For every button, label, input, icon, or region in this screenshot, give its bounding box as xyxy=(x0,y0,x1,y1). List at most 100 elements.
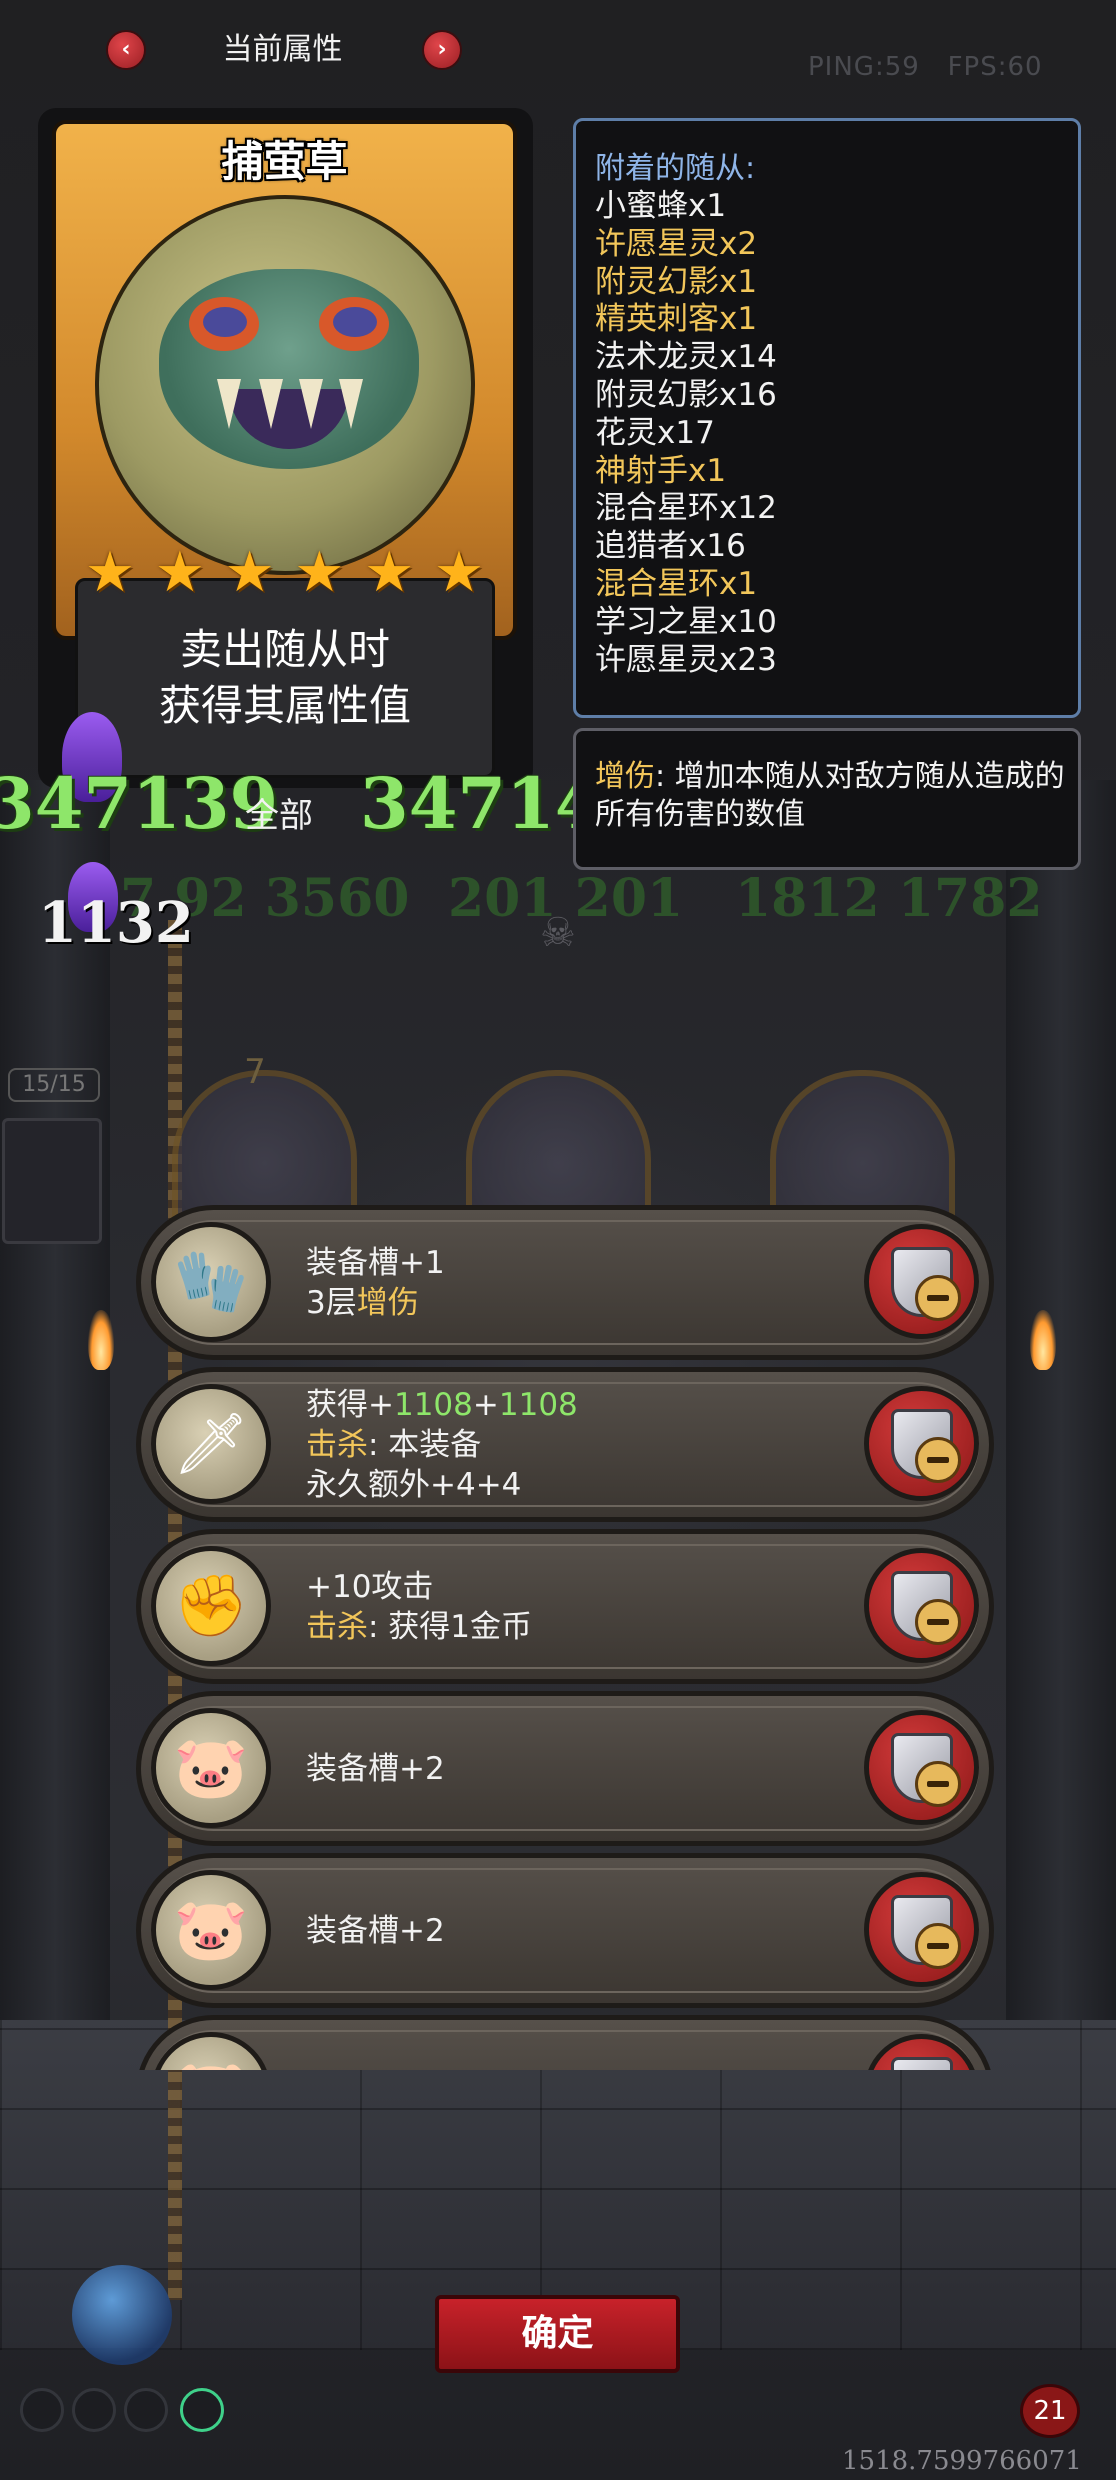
unequip-button[interactable] xyxy=(864,1386,979,1501)
equipment-text-segment: : 获得1金币 xyxy=(368,1608,533,1645)
star-rating: ★ ★ ★ ★ ★ ★ xyxy=(82,545,487,601)
equipment-text-line: +10攻击 xyxy=(306,1567,532,1607)
attached-minion-entry: 混合星环x12 xyxy=(595,490,777,527)
equipment-text-segment: 装备槽+2 xyxy=(306,1912,445,1949)
ability-slot[interactable] xyxy=(124,2388,168,2432)
left-pillar xyxy=(0,780,110,2030)
unequip-button[interactable] xyxy=(864,1548,979,1663)
fang xyxy=(259,379,283,429)
secondary-value: 1132 xyxy=(38,890,194,956)
unequip-button[interactable] xyxy=(864,1224,979,1339)
equipment-text: 获得+1108+1108 击杀: 本装备 永久额外+4+4 xyxy=(306,1385,578,1505)
ability-slot[interactable] xyxy=(20,2388,64,2432)
unequip-button[interactable] xyxy=(864,1872,979,1987)
equipment-row[interactable]: 🐷 xyxy=(136,2015,994,2070)
hero-name: 捕萤草 xyxy=(221,137,348,186)
equipment-text-line: 获得+1108+1108 xyxy=(306,1385,578,1425)
equipment-list: 🧤 装备槽+1 3层增伤 🗡 获得+1108+1108 击杀: 本装备 永久额外+4+4 ✊ +… xyxy=(130,1205,1000,2070)
attached-minion-entry: 追猎者x16 xyxy=(595,528,746,565)
attached-minion-entry: 混合星环x1 xyxy=(595,565,758,602)
equipment-text-segment: 装备槽+1 xyxy=(306,1244,445,1281)
hero-effect-line-2: 获得其属性值 xyxy=(158,681,411,730)
attached-minion-entry: 花灵x17 xyxy=(595,414,715,451)
glove-icon: 🧤 xyxy=(151,1222,271,1342)
gauntlet-icon: ✊ xyxy=(151,1546,271,1666)
equipment-text-segment: 装备槽+2 xyxy=(306,1750,445,1787)
equipment-text-segment: 获得+ xyxy=(306,1386,394,1423)
minus-icon xyxy=(915,1275,961,1321)
equipment-text: 装备槽+2 xyxy=(306,1911,445,1951)
attached-minion-entry: 附灵幻影x16 xyxy=(595,376,777,413)
unequip-button[interactable] xyxy=(864,1710,979,1825)
attached-minions-entries: 小蜜蜂x1 许愿星灵x2 附灵幻影x1 精英刺客x1 法术龙灵x14 附灵幻影x16 花灵x… xyxy=(595,188,777,679)
attached-minion-entry: 学习之星x10 xyxy=(595,603,777,640)
star-icon: ★ xyxy=(154,540,205,605)
equipment-text-line: 装备槽+2 xyxy=(306,1749,445,1789)
minion-count-badge: 15/15 xyxy=(8,1068,100,1102)
left-eye xyxy=(189,297,259,351)
ping-readout: PING:59 xyxy=(808,52,920,82)
monster-face-icon xyxy=(159,269,419,469)
equipment-row[interactable]: ✊ +10攻击 击杀: 获得1金币 xyxy=(136,1529,994,1684)
fang xyxy=(217,379,241,429)
pig-armor-icon-glyph: 🐷 xyxy=(173,1895,249,1965)
pig-armor-icon-glyph: 🐷 xyxy=(156,2037,266,2070)
equipment-text-segment: 1108 xyxy=(393,1386,473,1423)
previous-button[interactable]: ‹ xyxy=(106,30,146,70)
hero-effect-text: 卖出随从时 获得其属性值 xyxy=(75,622,495,734)
minus-icon xyxy=(915,1599,961,1645)
equipment-row-border xyxy=(151,2030,979,2070)
equipment-row[interactable]: 🗡 获得+1108+1108 击杀: 本装备 永久额外+4+4 xyxy=(136,1367,994,1522)
board-stat-3: 1812 1782 xyxy=(735,868,1043,929)
right-torch-flame xyxy=(1030,1310,1056,1370)
equipment-text-line: 3层增伤 xyxy=(306,1283,445,1323)
page-title: 当前属性 xyxy=(222,32,343,67)
attached-minion-entry: 附灵幻影x1 xyxy=(595,263,758,300)
minus-icon xyxy=(915,1437,961,1483)
equipment-text-segment: + xyxy=(472,1386,499,1423)
attached-minion-entry: 小蜜蜂x1 xyxy=(595,188,727,224)
equipment-text-line: 击杀: 获得1金币 xyxy=(306,1607,532,1647)
skull-icon: ☠ xyxy=(540,910,576,956)
equipment-text-line: 永久额外+4+4 xyxy=(306,1465,578,1505)
shield-icon xyxy=(891,2057,953,2070)
pig-armor-icon: 🐷 xyxy=(151,1708,271,1828)
minus-icon xyxy=(915,1761,961,1807)
equipment-text-line: 装备槽+2 xyxy=(306,1911,445,1951)
confirm-button[interactable]: 确定 xyxy=(435,2295,680,2373)
attack-value: 347139 xyxy=(0,762,279,845)
player-mini-portrait[interactable] xyxy=(2,1118,102,1244)
pig-armor-icon: 🐷 xyxy=(151,2032,271,2070)
attached-minion-entry: 许愿星灵x2 xyxy=(595,225,758,262)
fps-readout: FPS:60 xyxy=(947,52,1043,82)
ability-slot-active[interactable] xyxy=(180,2388,224,2432)
next-button[interactable]: › xyxy=(422,30,462,70)
equipment-text: 装备槽+1 3层增伤 xyxy=(306,1243,445,1323)
equipment-row[interactable]: 🐷 装备槽+2 xyxy=(136,1853,994,2008)
equipment-row[interactable]: 🐷 装备槽+2 xyxy=(136,1691,994,1846)
equipment-text-segment: 3层 xyxy=(306,1284,357,1321)
crystal-orb-icon xyxy=(72,2265,172,2365)
attached-minions-heading: 附着的随从: xyxy=(595,151,756,186)
ability-slot[interactable] xyxy=(72,2388,116,2432)
flaming-dagger-icon: 🗡 xyxy=(151,1384,271,1504)
hero-portrait xyxy=(95,195,475,575)
attached-minion-entry: 神射手x1 xyxy=(595,452,727,489)
equipment-text-segment: 永久额外+4+4 xyxy=(306,1466,522,1503)
star-icon: ★ xyxy=(84,540,136,605)
fang xyxy=(299,379,323,429)
attached-minions-list: 附着的随从: 小蜜蜂x1 许愿星灵x2 附灵幻影x1 精英刺客x1 法术龙灵x14 附灵幻… xyxy=(595,150,777,679)
keyword-label: 增伤 xyxy=(595,759,655,794)
glove-icon-glyph: 🧤 xyxy=(173,1247,249,1317)
monster-mouth xyxy=(229,389,349,449)
equipment-row[interactable]: 🧤 装备槽+1 3层增伤 xyxy=(136,1205,994,1360)
star-icon: ★ xyxy=(433,540,485,605)
perf-readout: PING:59 FPS:60 xyxy=(808,52,1043,82)
minus-icon xyxy=(915,1923,961,1969)
equipment-text-segment: 1108 xyxy=(498,1386,578,1423)
star-icon: ★ xyxy=(364,540,415,605)
equipment-text-line: 装备槽+1 xyxy=(306,1243,445,1283)
hero-level-badge: 7 xyxy=(244,1052,266,1092)
all-label: 全部 xyxy=(245,796,313,836)
equipment-text-segment: 击杀 xyxy=(306,1608,368,1645)
